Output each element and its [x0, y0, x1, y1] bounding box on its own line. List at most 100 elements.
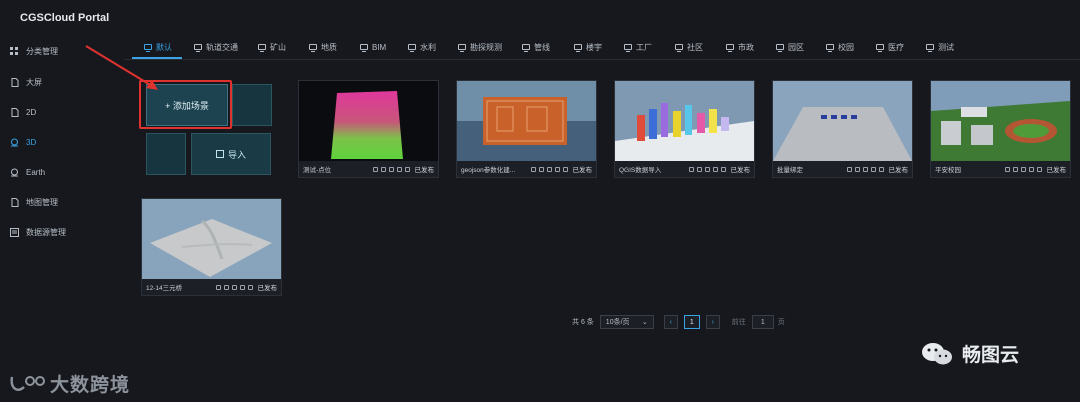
lock-icon[interactable] — [1004, 166, 1010, 172]
delete-icon[interactable] — [223, 284, 229, 290]
publish-icon[interactable] — [562, 166, 568, 172]
watermark-left: 大数跨境 — [10, 370, 130, 397]
page-size-select[interactable]: 10条/页 ⌄ — [599, 315, 654, 329]
edit-icon[interactable] — [862, 166, 868, 172]
edit-icon[interactable] — [704, 166, 710, 172]
monitor-icon — [408, 44, 416, 52]
tab-park[interactable]: 园区 — [776, 38, 804, 56]
scene-card[interactable]: QGIS数据导入 已发布 — [614, 80, 755, 178]
monitor-icon — [726, 44, 734, 52]
publish-icon[interactable] — [1036, 166, 1042, 172]
edit-icon[interactable] — [231, 284, 237, 290]
tab-municipal[interactable]: 市政 — [726, 38, 754, 56]
scene-caption: 12-14三元桥 已发布 — [142, 279, 281, 295]
lock-icon[interactable] — [215, 284, 221, 290]
publish-icon[interactable] — [720, 166, 726, 172]
view-icon[interactable] — [554, 166, 560, 172]
top-bar: CGSCloud Portal — [0, 0, 1080, 36]
pagination: 共 6 条 10条/页 ⌄ ‹ 1 › 前往 1 页 — [572, 314, 785, 330]
sidebar-item-3d[interactable]: 3D — [10, 132, 120, 152]
delete-icon[interactable] — [854, 166, 860, 172]
edit-icon[interactable] — [546, 166, 552, 172]
scene-name: geojson参数化建... — [461, 167, 516, 174]
monitor-icon — [458, 44, 466, 52]
view-icon[interactable] — [396, 166, 402, 172]
category-tabs: 默认 轨道交通 矿山 地质 BIM 水利 勘探规测 管线 楼宇 工厂 社区 市政… — [132, 34, 1080, 58]
tab-water[interactable]: 水利 — [408, 38, 436, 56]
publish-icon[interactable] — [247, 284, 253, 290]
monitor-icon — [360, 44, 368, 52]
next-page-button[interactable]: › — [705, 315, 720, 329]
tab-mine[interactable]: 矿山 — [258, 38, 286, 56]
tab-building[interactable]: 楼宇 — [574, 38, 602, 56]
view-icon[interactable] — [712, 166, 718, 172]
page-number-current[interactable]: 1 — [683, 315, 700, 329]
tab-community[interactable]: 社区 — [675, 38, 703, 56]
edit-icon[interactable] — [388, 166, 394, 172]
scene-caption: QGIS数据导入 已发布 — [615, 161, 754, 177]
tab-rail-transit[interactable]: 轨道交通 — [194, 38, 238, 56]
edit-icon[interactable] — [1020, 166, 1026, 172]
lock-icon[interactable] — [846, 166, 852, 172]
scene-thumbnail — [299, 81, 438, 161]
scene-card[interactable]: 批量绑定 已发布 — [772, 80, 913, 178]
import-icon — [215, 150, 224, 158]
tab-pipeline[interactable]: 管线 — [522, 38, 550, 56]
view-icon[interactable] — [870, 166, 876, 172]
sidebar-item-2d[interactable]: 2D — [10, 102, 120, 122]
scene-thumbnail — [931, 81, 1070, 161]
brand-logo-icon — [10, 375, 45, 391]
view-icon[interactable] — [1028, 166, 1034, 172]
sidebar-item-map-management[interactable]: 地图管理 — [10, 192, 120, 212]
lock-icon[interactable] — [688, 166, 694, 172]
tab-divider — [124, 59, 1080, 60]
decor-tile — [232, 84, 272, 126]
import-button[interactable]: 导入 — [191, 133, 271, 175]
scene-card[interactable]: 平安校园 已发布 — [930, 80, 1071, 178]
sidebar-item-label: 大屏 — [26, 77, 42, 87]
status-badge: 已发布 — [572, 167, 593, 174]
tab-survey[interactable]: 勘探规测 — [458, 38, 502, 56]
sidebar-item-datasource[interactable]: 数据源管理 — [10, 222, 120, 242]
goto-page-input[interactable]: 1 — [751, 315, 774, 329]
view-icon[interactable] — [239, 284, 245, 290]
publish-icon[interactable] — [404, 166, 410, 172]
monitor-icon — [826, 44, 834, 52]
monitor-icon — [522, 44, 530, 52]
status-badge: 已发布 — [730, 167, 751, 174]
goto-label: 前往 — [731, 319, 746, 326]
scene-caption: geojson参数化建... 已发布 — [457, 161, 596, 177]
scene-card[interactable]: 12-14三元桥 已发布 — [141, 198, 282, 296]
lock-icon[interactable] — [530, 166, 536, 172]
lock-icon[interactable] — [372, 166, 378, 172]
scene-name: QGIS数据导入 — [619, 167, 662, 174]
globe-icon — [10, 168, 19, 177]
sidebar-item-label: 数据源管理 — [26, 227, 66, 237]
publish-icon[interactable] — [878, 166, 884, 172]
delete-icon[interactable] — [1012, 166, 1018, 172]
prev-page-button[interactable]: ‹ — [663, 315, 678, 329]
monitor-icon — [776, 44, 784, 52]
monitor-icon — [876, 44, 884, 52]
delete-icon[interactable] — [696, 166, 702, 172]
scene-card[interactable]: 测试-点位 已发布 — [298, 80, 439, 178]
tab-campus[interactable]: 校园 — [826, 38, 854, 56]
delete-icon[interactable] — [380, 166, 386, 172]
tab-geology[interactable]: 地质 — [309, 38, 337, 56]
database-icon — [10, 227, 19, 237]
monitor-icon — [624, 44, 632, 52]
tab-factory[interactable]: 工厂 — [624, 38, 652, 56]
monitor-icon — [675, 44, 683, 52]
tab-bim[interactable]: BIM — [360, 38, 386, 56]
sidebar-item-label: 3D — [26, 137, 37, 147]
scene-card[interactable]: geojson参数化建... 已发布 — [456, 80, 597, 178]
document-icon — [10, 197, 19, 207]
tab-test[interactable]: 测试 — [926, 38, 954, 56]
delete-icon[interactable] — [538, 166, 544, 172]
status-badge: 已发布 — [1046, 167, 1067, 174]
app-title: CGSCloud Portal — [20, 12, 110, 24]
sidebar-item-earth[interactable]: Earth — [10, 162, 120, 182]
tab-medical[interactable]: 医疗 — [876, 38, 904, 56]
monitor-icon — [194, 44, 202, 52]
scene-caption: 平安校园 已发布 — [931, 161, 1070, 177]
